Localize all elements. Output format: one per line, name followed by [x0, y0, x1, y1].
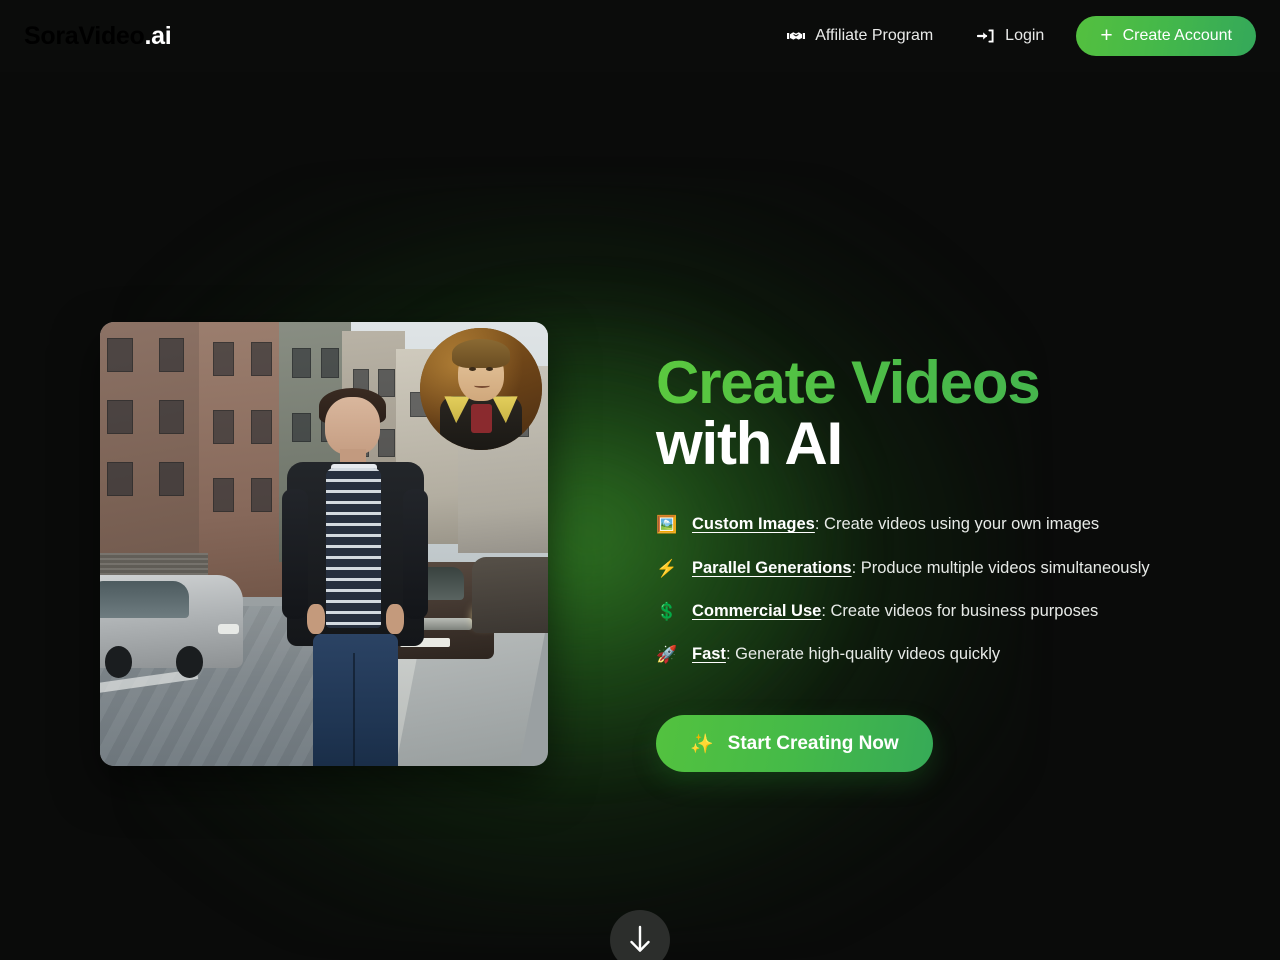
hero-section: Create Videos with AI 🖼️ Custom Images: …	[0, 72, 1280, 960]
feature-text: Parallel Generations: Produce multiple v…	[692, 558, 1216, 579]
rocket-icon: 🚀	[656, 645, 678, 665]
feature-description: : Create videos using your own images	[814, 515, 1100, 534]
scene-car-silver	[100, 575, 244, 678]
site-logo[interactable]: SoraVideo.ai	[24, 22, 172, 51]
sign-in-icon	[977, 27, 995, 45]
hero-copy: Create Videos with AI 🖼️ Custom Images: …	[656, 352, 1216, 773]
avatar-inset-portrait	[420, 328, 542, 450]
start-creating-button[interactable]: ✨ Start Creating Now	[656, 715, 933, 773]
list-item: ⚡ Parallel Generations: Produce multiple…	[656, 558, 1216, 579]
create-account-button-label: Create Account	[1122, 27, 1232, 44]
feature-label: Custom Images	[692, 515, 815, 534]
feature-text: Fast: Generate high-quality videos quick…	[692, 644, 1216, 665]
feature-description: : Generate high-quality videos quickly	[725, 645, 1001, 664]
page-title: Create Videos with AI	[656, 352, 1216, 478]
create-account-button[interactable]: + Create Account	[1076, 16, 1256, 56]
magic-wand-icon: ✨	[690, 733, 714, 755]
feature-text: Commercial Use: Create videos for busine…	[692, 601, 1216, 622]
list-item: 💲 Commercial Use: Create videos for busi…	[656, 601, 1216, 622]
plus-icon: +	[1100, 24, 1113, 47]
scene-building	[198, 322, 289, 598]
feature-label: Fast	[692, 645, 726, 664]
scene-car-distant	[471, 557, 548, 633]
feature-text: Custom Images: Create videos using your …	[692, 514, 1216, 535]
site-header: SoraVideo.ai Affiliate Program Login + C…	[0, 0, 1280, 72]
feature-label: Parallel Generations	[692, 558, 852, 577]
logo-tld-text: .ai	[144, 22, 172, 50]
nav-item-login-label: Login	[1005, 27, 1045, 44]
scene-walking-man	[279, 387, 431, 766]
headline-line-2: with AI	[656, 410, 843, 478]
feature-description: : Create videos for business purposes	[821, 601, 1099, 620]
feature-label: Commercial Use	[692, 601, 822, 620]
lightning-icon: ⚡	[656, 558, 678, 578]
video-scene	[100, 322, 548, 766]
handshake-icon	[787, 27, 806, 45]
nav-item-affiliate-program-label: Affiliate Program	[815, 27, 934, 44]
landing-page: SoraVideo.ai Affiliate Program Login + C…	[0, 0, 1280, 960]
list-item: 🖼️ Custom Images: Create videos using yo…	[656, 514, 1216, 535]
list-item: 🚀 Fast: Generate high-quality videos qui…	[656, 644, 1216, 665]
headline-line-1: Create Videos	[656, 352, 1216, 413]
arrow-down-icon	[627, 925, 653, 955]
dollar-icon: 💲	[656, 601, 678, 621]
primary-nav: Affiliate Program Login + Create Account	[765, 16, 1256, 56]
nav-item-login[interactable]: Login	[955, 16, 1066, 56]
nav-item-affiliate-program[interactable]: Affiliate Program	[765, 16, 955, 56]
feature-list: 🖼️ Custom Images: Create videos using yo…	[656, 514, 1216, 665]
hero-video-card[interactable]	[100, 322, 548, 766]
logo-brand-text: SoraVideo	[24, 22, 145, 50]
feature-description: : Produce multiple videos simultaneously	[851, 558, 1150, 577]
start-creating-button-label: Start Creating Now	[727, 732, 899, 754]
picture-icon: 🖼️	[656, 515, 678, 535]
